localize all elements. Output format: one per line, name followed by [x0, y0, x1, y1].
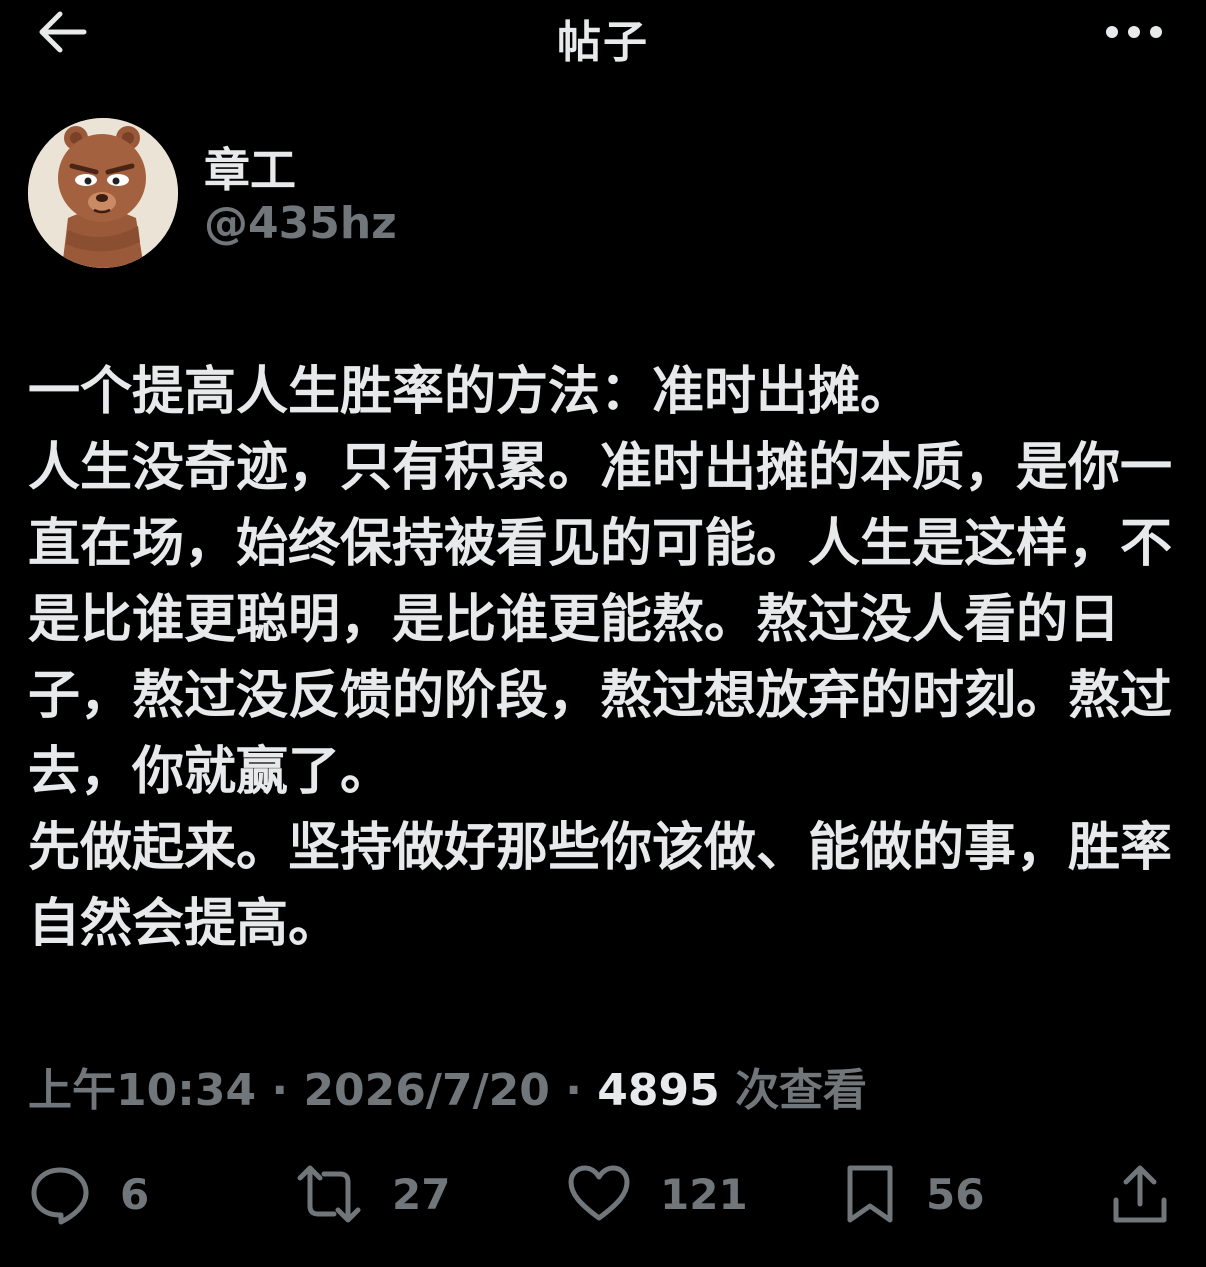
like-button[interactable]: 121 [566, 1158, 748, 1230]
more-options-button[interactable] [1102, 20, 1166, 44]
share-icon [1113, 1165, 1167, 1223]
author-display-name[interactable]: 章工 [204, 134, 296, 200]
like-count: 121 [660, 1169, 748, 1219]
bookmark-button[interactable]: 56 [842, 1158, 984, 1230]
action-bar: 6 27 121 56 [0, 1158, 1206, 1230]
page-title: 帖子 [557, 17, 649, 68]
views-label: 次查看 [735, 1065, 868, 1116]
post-metadata: 上午10:34 · 2026/7/20 · 4895 次查看 [28, 1054, 867, 1118]
share-button[interactable] [1110, 1158, 1170, 1230]
avatar[interactable] [28, 118, 178, 268]
cartoon-bear-avatar [28, 118, 178, 268]
post-body: 一个提高人生胜率的方法：准时出摊。 人生没奇迹，只有积累。准时出摊的本质，是你一… [28, 354, 1178, 962]
post-paragraph: 先做起来。坚持做好那些你该做、能做的事，胜率自然会提高。 [28, 818, 1173, 954]
reply-icon [31, 1167, 89, 1225]
separator-dot: · [565, 1065, 582, 1116]
views-count: 4895 [597, 1065, 720, 1116]
heart-icon [568, 1165, 630, 1221]
post-time[interactable]: 上午10:34 [28, 1065, 256, 1116]
more-horizontal-icon [1106, 26, 1162, 38]
repost-count: 27 [392, 1169, 451, 1219]
reply-button[interactable]: 6 [28, 1158, 149, 1230]
reply-count: 6 [120, 1169, 150, 1219]
author-handle[interactable]: @435hz [204, 198, 397, 249]
top-bar: 帖子 [0, 0, 1206, 68]
repost-icon [297, 1165, 361, 1223]
bookmark-count: 56 [926, 1169, 985, 1219]
post-date[interactable]: 2026/7/20 [303, 1065, 549, 1116]
bookmark-icon [847, 1165, 893, 1223]
post-paragraph: 人生没奇迹，只有积累。准时出摊的本质，是你一直在场，始终保持被看见的可能。人生是… [28, 438, 1173, 802]
separator-dot: · [271, 1065, 289, 1116]
repost-button[interactable]: 27 [294, 1158, 450, 1230]
post-paragraph: 一个提高人生胜率的方法：准时出摊。 [28, 362, 913, 422]
